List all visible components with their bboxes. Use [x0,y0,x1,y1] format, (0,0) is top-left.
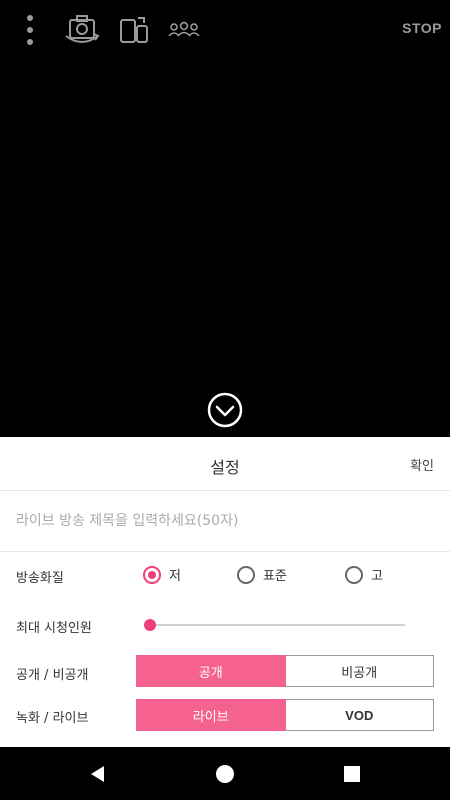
screen-rotate-icon[interactable] [116,12,152,48]
radio-unchecked-icon [345,565,363,584]
visibility-label: 공개 / 비공개 [16,668,89,683]
quality-option-label: 저 [169,569,181,584]
public-button[interactable]: 공개 [136,655,286,687]
home-circle-icon[interactable] [215,764,235,784]
quality-option-label: 고 [371,569,383,584]
back-triangle-icon[interactable] [88,764,108,784]
mode-label: 녹화 / 라이브 [16,711,89,726]
confirm-button[interactable]: 확인 [410,455,434,474]
stop-button[interactable]: STOP [402,20,442,36]
vod-button[interactable]: VOD [285,699,434,731]
chevron-down-circle-icon[interactable] [207,392,243,428]
mode-toggle: 라이브 VOD [136,699,434,731]
title-input-row [0,491,450,552]
recents-square-icon[interactable] [342,764,362,784]
settings-title: 설정 [210,458,240,477]
settings-header: 설정 확인 [0,437,450,491]
top-toolbar: STOP [0,0,450,60]
broadcast-title-input[interactable] [16,509,426,533]
viewers-icon[interactable] [166,12,202,48]
more-vert-icon[interactable] [18,12,42,48]
quality-option-label: 표준 [263,569,287,584]
visibility-toggle: 공개 비공개 [136,655,434,687]
max-viewers-label: 최대 시청인원 [16,621,92,636]
radio-unchecked-icon [237,565,255,584]
quality-option-low[interactable]: 저 [143,565,181,584]
quality-option-high[interactable]: 고 [345,565,383,584]
quality-label: 방송화질 [16,571,64,586]
settings-panel: 설정 확인 방송화질 저 표준 고 최대 시청인원 공개 / 비공개 공개 비공… [0,437,450,747]
camera-switch-icon[interactable] [62,12,102,48]
live-button[interactable]: 라이브 [136,699,286,731]
max-viewers-slider-thumb[interactable] [144,619,156,631]
system-navbar [0,747,450,800]
private-button[interactable]: 비공개 [285,655,434,687]
radio-checked-icon [143,565,161,584]
quality-option-standard[interactable]: 표준 [237,565,287,584]
max-viewers-slider-track[interactable] [150,624,405,626]
